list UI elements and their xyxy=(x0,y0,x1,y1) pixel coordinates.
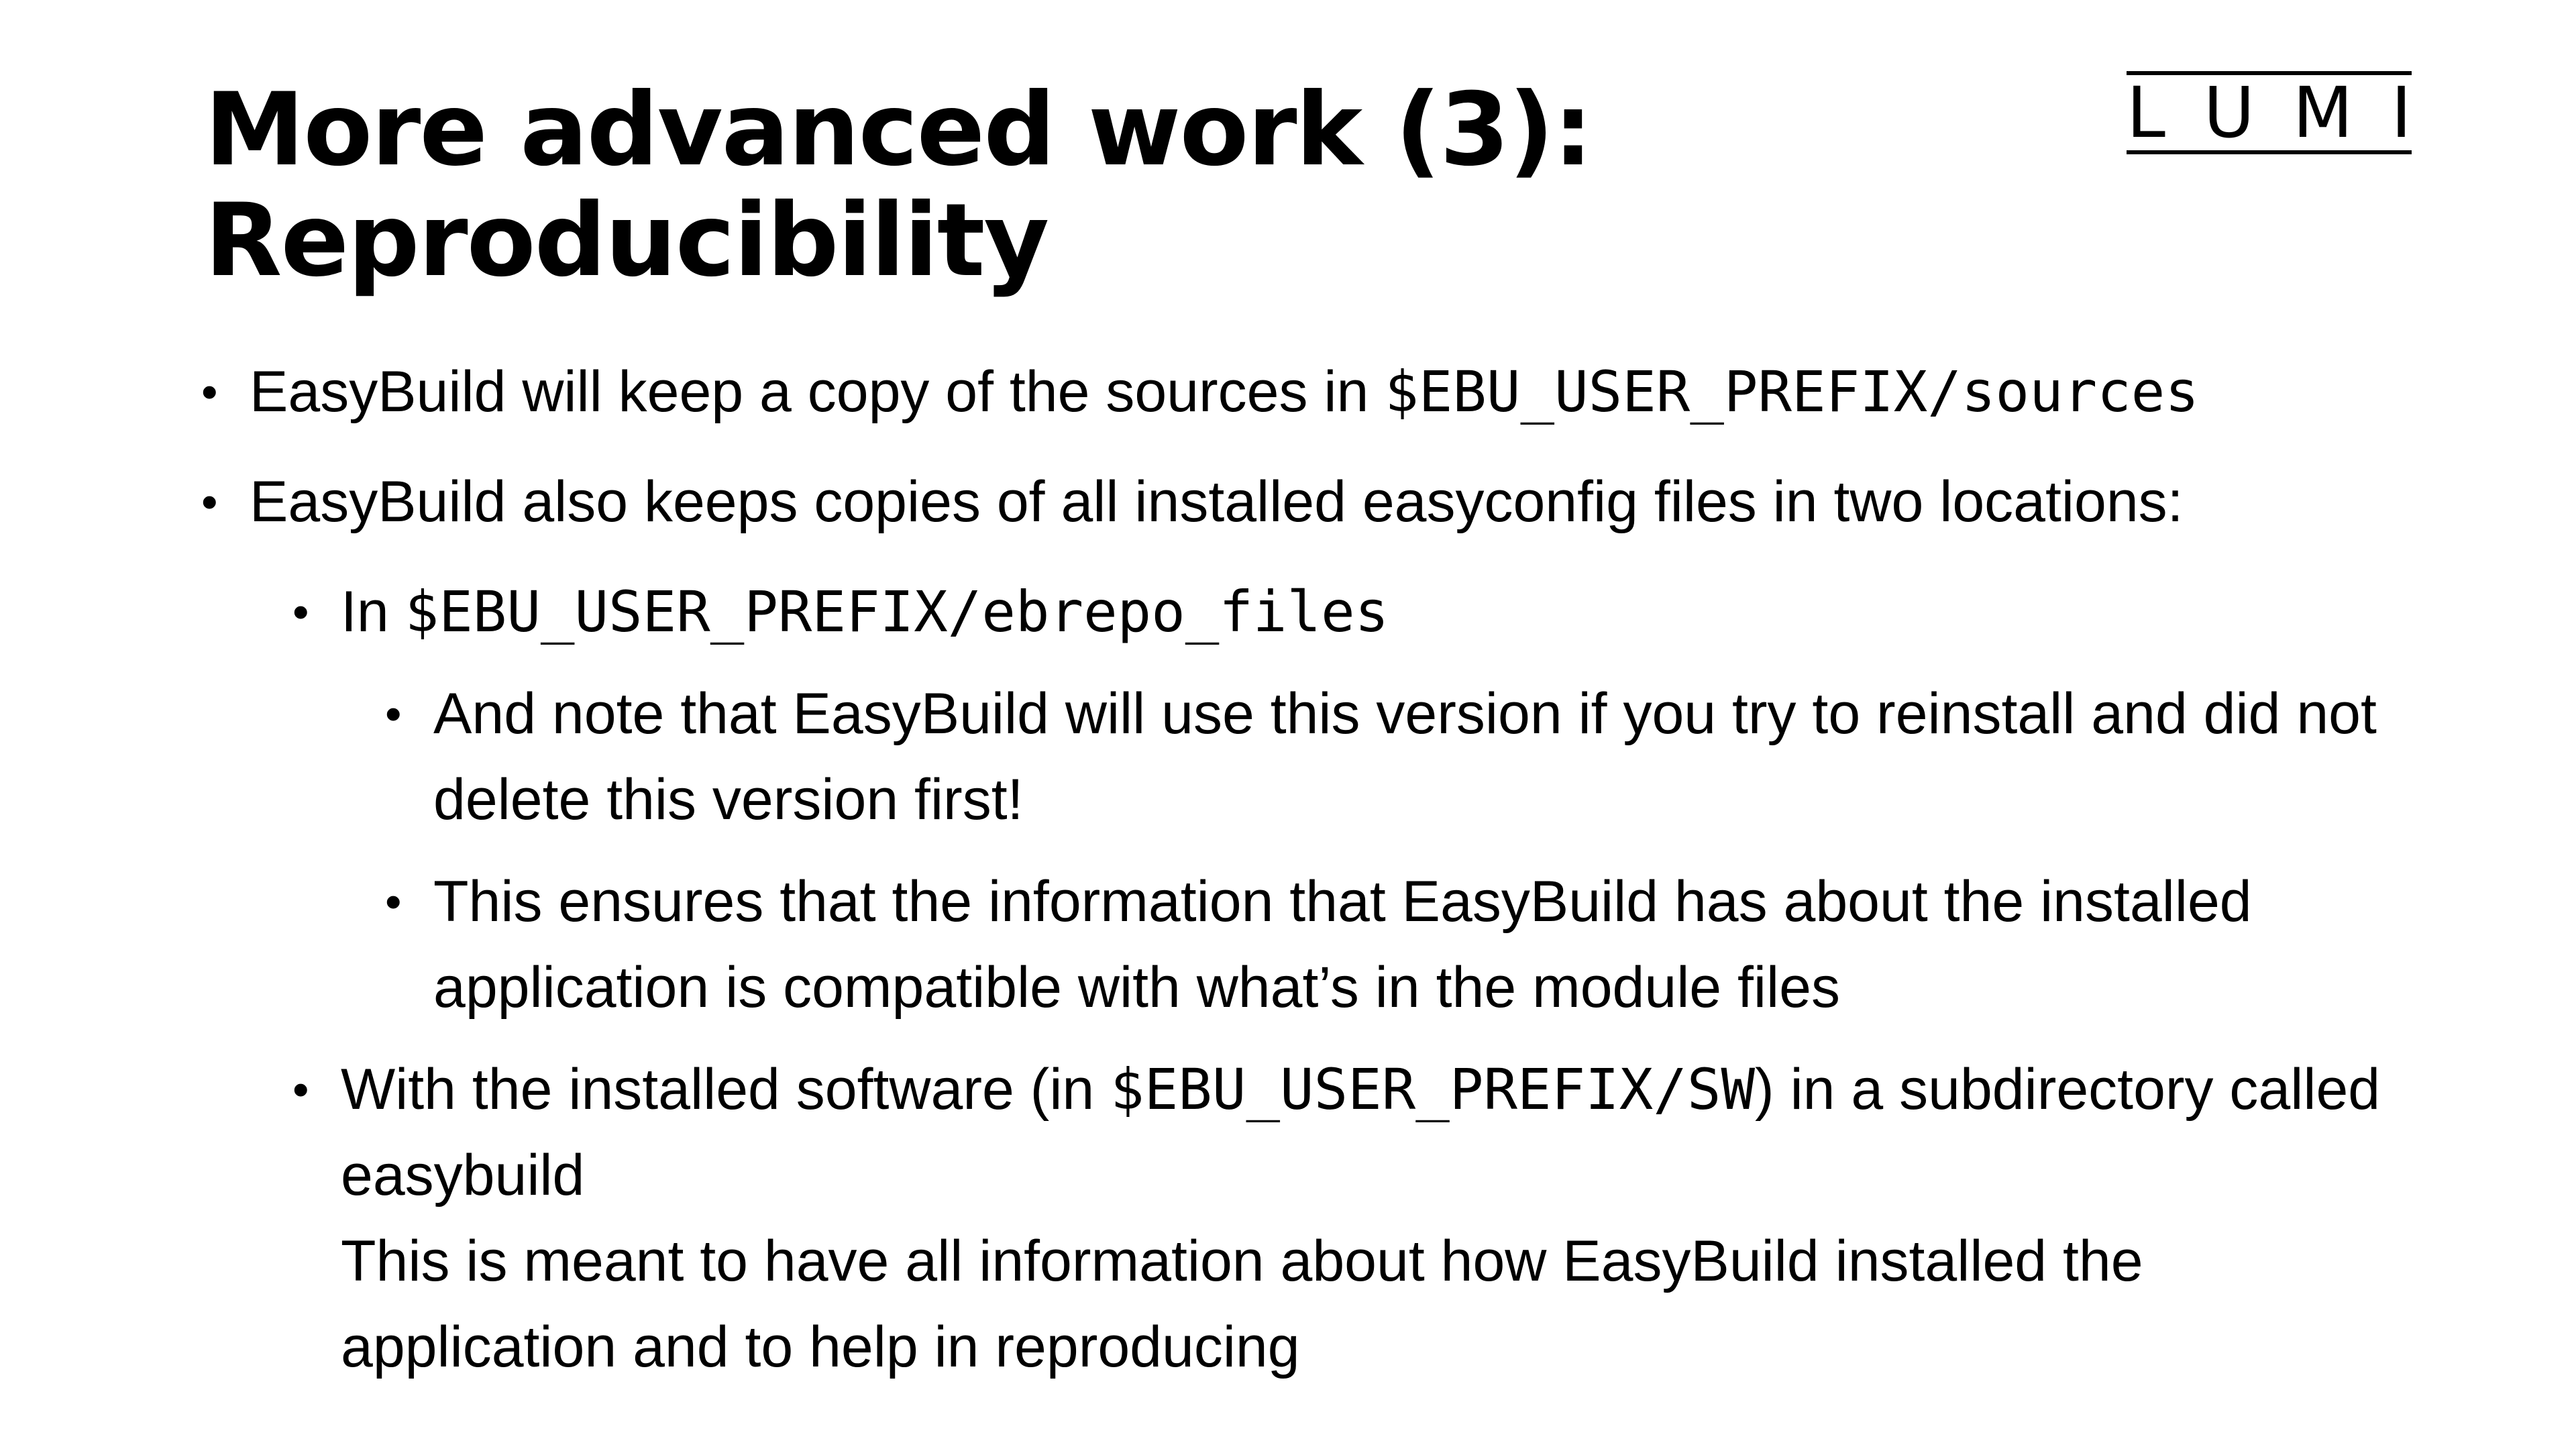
bullet-text: This ensures that the information that E… xyxy=(433,869,2252,1020)
logo-top-rule xyxy=(2127,71,2412,75)
code-path-ebrepo-files: $EBU_USER_PREFIX/ebrepo_files xyxy=(405,579,1389,645)
bullet-reinstall-note: • And note that EasyBuild will use this … xyxy=(201,671,2415,843)
logo-letter-u: U xyxy=(2203,72,2255,154)
code-path-sw: $EBU_USER_PREFIX/SW xyxy=(1110,1057,1756,1122)
code-path-sources: $EBU_USER_PREFIX/sources xyxy=(1385,359,2199,425)
lumi-logo: L U M I xyxy=(2127,71,2412,154)
slide-title-line-1: More advanced work (3): xyxy=(205,72,1593,189)
bullet-dot-icon: • xyxy=(292,1063,309,1116)
bullet-compatibility-note: • This ensures that the information that… xyxy=(201,859,2415,1030)
bullet-dot-icon: • xyxy=(201,476,218,528)
bullet-text: EasyBuild will keep a copy of the source… xyxy=(250,360,1385,424)
bullet-dot-icon: • xyxy=(292,586,309,638)
bullet-continuation: This is meant to have all information ab… xyxy=(341,1229,2143,1379)
bullet-dot-icon: • xyxy=(385,688,402,740)
logo-letters: L U M I xyxy=(2127,72,2412,154)
logo-letter-l: L xyxy=(2127,72,2165,154)
bullet-first-paragraph: With the installed software (in $EBU_USE… xyxy=(341,1046,2415,1218)
bullet-sources-copy: • EasyBuild will keep a copy of the sour… xyxy=(201,349,2415,435)
logo-letter-i: I xyxy=(2391,72,2412,154)
bullet-installed-software: • With the installed software (in $EBU_U… xyxy=(201,1046,2415,1390)
bullet-dot-icon: • xyxy=(201,366,218,418)
bullet-text: With the installed software (in xyxy=(341,1057,1111,1122)
bullet-text: EasyBuild also keeps copies of all insta… xyxy=(250,470,2184,534)
bullet-dot-icon: • xyxy=(385,875,402,928)
bullet-ebrepo-files: • In $EBU_USER_PREFIX/ebrepo_files xyxy=(201,569,2415,655)
bullet-easyconfig-copies: • EasyBuild also keeps copies of all ins… xyxy=(201,459,2415,545)
logo-bottom-rule xyxy=(2127,150,2412,154)
slide-title: More advanced work (3): Reproducibility xyxy=(205,75,1949,297)
bullet-text: In xyxy=(341,580,405,644)
slide-title-line-2: Reproducibility xyxy=(205,182,1049,299)
logo-letter-m: M xyxy=(2292,72,2353,154)
bullet-text: And note that EasyBuild will use this ve… xyxy=(433,682,2377,832)
bullet-list: • EasyBuild will keep a copy of the sour… xyxy=(201,349,2415,1406)
slide: More advanced work (3): Reproducibility … xyxy=(0,0,2576,1449)
